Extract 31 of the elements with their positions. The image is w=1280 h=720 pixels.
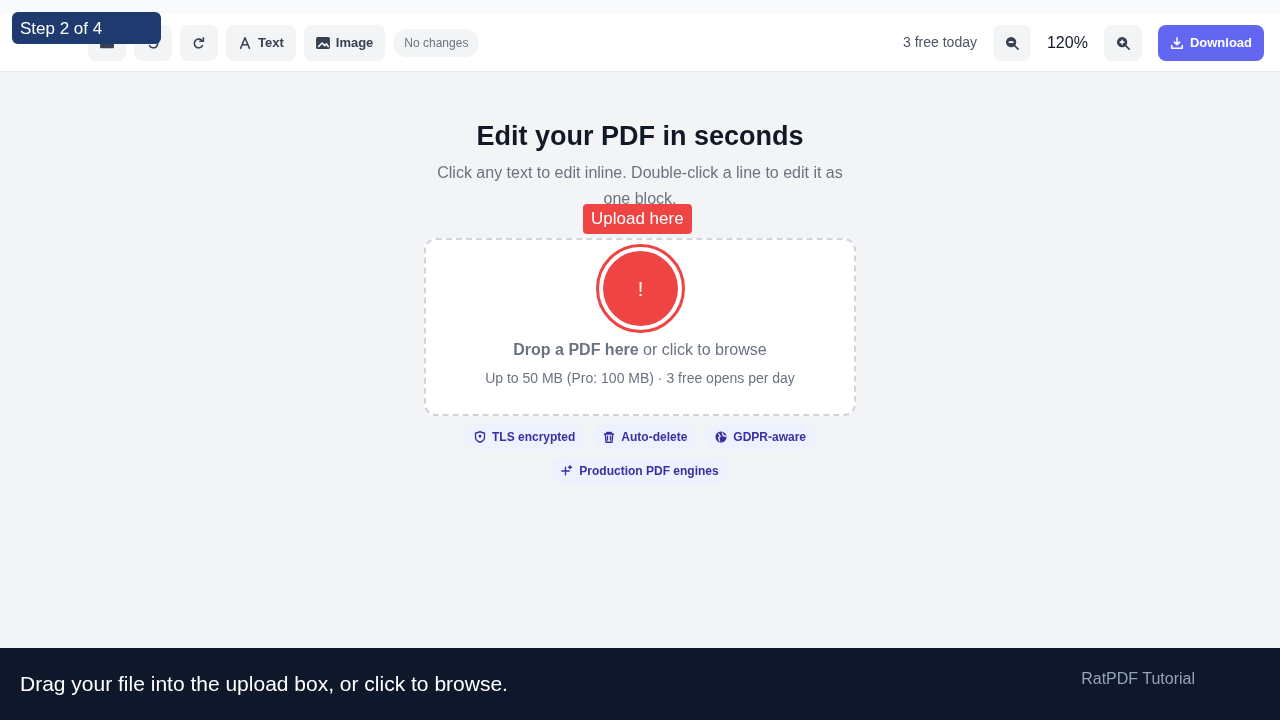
shield-icon (473, 431, 486, 444)
feature-chip: TLS encrypted (463, 424, 586, 451)
zoom-out-button[interactable] (992, 24, 1031, 61)
feature-chip: GDPR-aware (705, 424, 817, 451)
step-tooltip: Step 2 of 4 (12, 12, 161, 44)
feature-chip: Auto-delete (593, 424, 698, 451)
dropzone-limits: Up to 50 MB (Pro: 100 MB) · 3 free opens per day (485, 369, 795, 389)
upload-tooltip: Upload here (583, 204, 692, 234)
sparkle-icon (561, 465, 574, 478)
quota-text: 3 free today (903, 33, 977, 52)
text-tool-button[interactable]: Text (226, 24, 296, 61)
redo-icon (192, 35, 206, 50)
page-heading: Edit your PDF in seconds (476, 120, 804, 153)
dropzone-instruction: Drop a PDF here or click to browse (513, 340, 767, 361)
credit-text: RatPDF Tutorial (1081, 669, 1195, 689)
image-tool-button[interactable]: Image (303, 24, 386, 61)
zoom-out-icon (1004, 35, 1019, 50)
text-icon (238, 35, 252, 50)
alert-marker: ! (603, 251, 678, 326)
redo-button[interactable] (180, 24, 218, 61)
download-icon (1169, 35, 1184, 50)
feature-chip: Production PDF engines (551, 458, 729, 485)
image-icon (315, 35, 330, 50)
download-button[interactable]: Download (1157, 24, 1264, 61)
zoom-in-icon (1115, 35, 1130, 50)
globe-icon (715, 431, 728, 444)
trash-icon (603, 431, 616, 444)
status-pill: No changes (393, 28, 480, 57)
zoom-level: 120% (1046, 32, 1088, 53)
caption-text: Drag your file into the upload box, or click to browse. (20, 671, 508, 698)
zoom-in-button[interactable] (1103, 24, 1142, 61)
